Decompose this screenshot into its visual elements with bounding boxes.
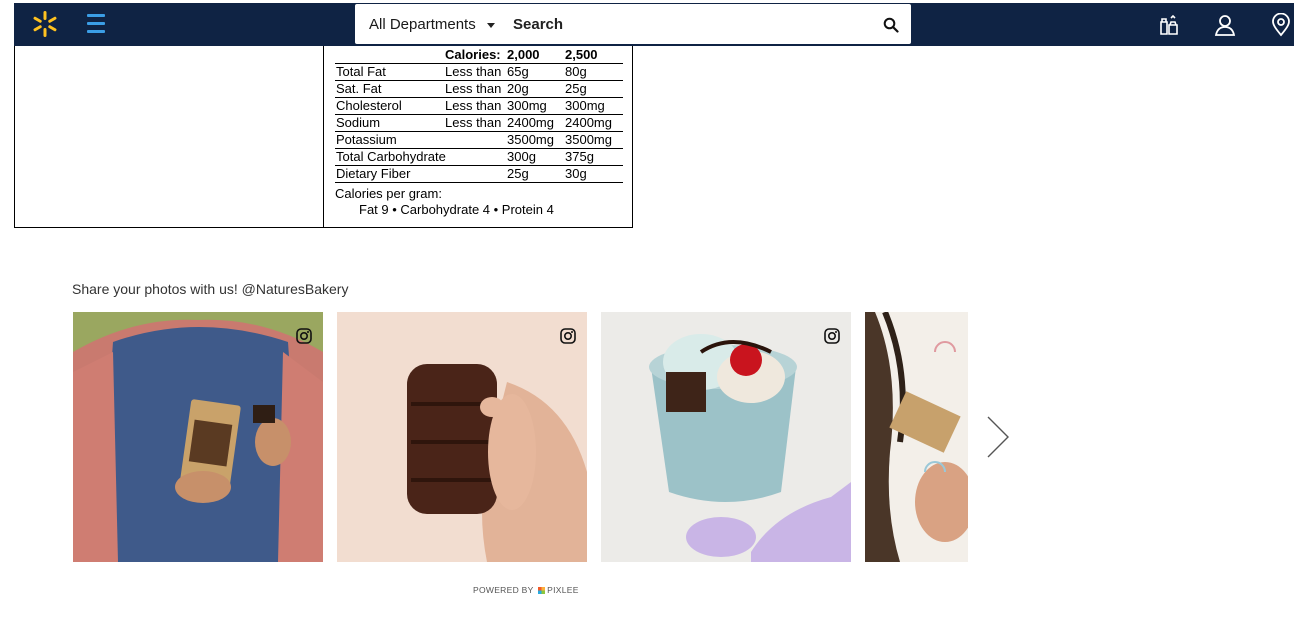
powered-by-label: POWERED BY	[473, 585, 534, 595]
table-row: Potassium 3500mg 3500mg	[335, 132, 623, 149]
table-cell: 65g	[507, 64, 529, 79]
instagram-icon[interactable]	[560, 328, 576, 344]
reorder-icon[interactable]	[1157, 13, 1181, 37]
search-bar: All Departments	[355, 4, 911, 44]
table-cell: Less than	[445, 64, 502, 79]
table-cell: 2400mg	[507, 115, 554, 130]
photo-carousel	[73, 312, 968, 562]
header-cell: Calories:	[445, 47, 501, 62]
search-input[interactable]	[513, 12, 853, 36]
share-photos-heading: Share your photos with us! @NaturesBaker…	[72, 281, 349, 297]
account-icon[interactable]	[1213, 13, 1237, 37]
table-cell: Sodium	[336, 115, 381, 130]
calories-per-gram-label: Calories per gram:	[335, 186, 442, 201]
pixlee-brand: PIXLEE	[547, 585, 579, 595]
departments-dropdown[interactable]: All Departments	[369, 16, 476, 33]
table-cell: 3500mg	[565, 132, 612, 147]
table-cell: 25g	[507, 166, 529, 181]
daily-values-table: Calories: 2,000 2,500 Total Fat Less than…	[335, 47, 623, 183]
table-cell: 300mg	[507, 98, 547, 113]
gallery-photo-3[interactable]	[601, 312, 851, 562]
table-header-row: Calories: 2,000 2,500	[335, 47, 623, 64]
table-cell: 25g	[565, 81, 587, 96]
pixlee-logo-icon	[538, 587, 546, 594]
table-cell: 20g	[507, 81, 529, 96]
photo-image	[73, 312, 323, 562]
table-cell: 375g	[565, 149, 594, 164]
table-cell: 3500mg	[507, 132, 554, 147]
calories-per-gram-values: Fat 9 • Carbohydrate 4 • Protein 4	[359, 202, 554, 217]
gallery-photo-1[interactable]	[73, 312, 323, 562]
nutrition-facts-panel: Calories: 2,000 2,500 Total Fat Less than…	[14, 46, 633, 228]
table-cell: Cholesterol	[336, 98, 402, 113]
search-icon[interactable]	[883, 17, 899, 33]
photo-image	[337, 312, 587, 562]
table-row: Total Carbohydrate 300g 375g	[335, 149, 623, 166]
table-cell: Total Carbohydrate	[336, 149, 446, 164]
table-cell: 300g	[507, 149, 536, 164]
table-row: Sodium Less than 2400mg 2400mg	[335, 115, 623, 132]
top-nav-bar: All Departments	[14, 3, 1294, 46]
table-cell: Less than	[445, 81, 502, 96]
instagram-icon[interactable]	[296, 328, 312, 344]
gallery-photo-2[interactable]	[337, 312, 587, 562]
header-cell: 2,500	[565, 47, 598, 62]
instagram-icon[interactable]	[824, 328, 840, 344]
powered-by-pixlee[interactable]: POWERED BY PIXLEE	[473, 585, 579, 595]
table-cell: 80g	[565, 64, 587, 79]
table-cell: 300mg	[565, 98, 605, 113]
photo-image	[865, 312, 968, 562]
table-cell: 2400mg	[565, 115, 612, 130]
table-cell: Less than	[445, 115, 502, 130]
table-cell: Dietary Fiber	[336, 166, 411, 181]
table-cell: Potassium	[336, 132, 397, 147]
caret-down-icon[interactable]	[487, 23, 495, 28]
chevron-right-icon[interactable]	[985, 415, 1011, 459]
gallery-photo-4[interactable]	[865, 312, 968, 562]
header-cell: 2,000	[507, 47, 540, 62]
panel-divider	[323, 46, 324, 228]
table-row: Total Fat Less than 65g 80g	[335, 64, 623, 81]
table-cell: Sat. Fat	[336, 81, 382, 96]
location-icon[interactable]	[1269, 13, 1293, 37]
table-cell: Total Fat	[336, 64, 386, 79]
table-cell: 30g	[565, 166, 587, 181]
walmart-spark-icon[interactable]	[31, 10, 59, 38]
calories-per-gram: Calories per gram: Fat 9 • Carbohydrate …	[335, 186, 554, 218]
table-row: Dietary Fiber 25g 30g	[335, 166, 623, 183]
table-row: Sat. Fat Less than 20g 25g	[335, 81, 623, 98]
table-cell: Less than	[445, 98, 502, 113]
table-row: Cholesterol Less than 300mg 300mg	[335, 98, 623, 115]
photo-image	[601, 312, 851, 562]
menu-icon[interactable]	[87, 14, 105, 34]
